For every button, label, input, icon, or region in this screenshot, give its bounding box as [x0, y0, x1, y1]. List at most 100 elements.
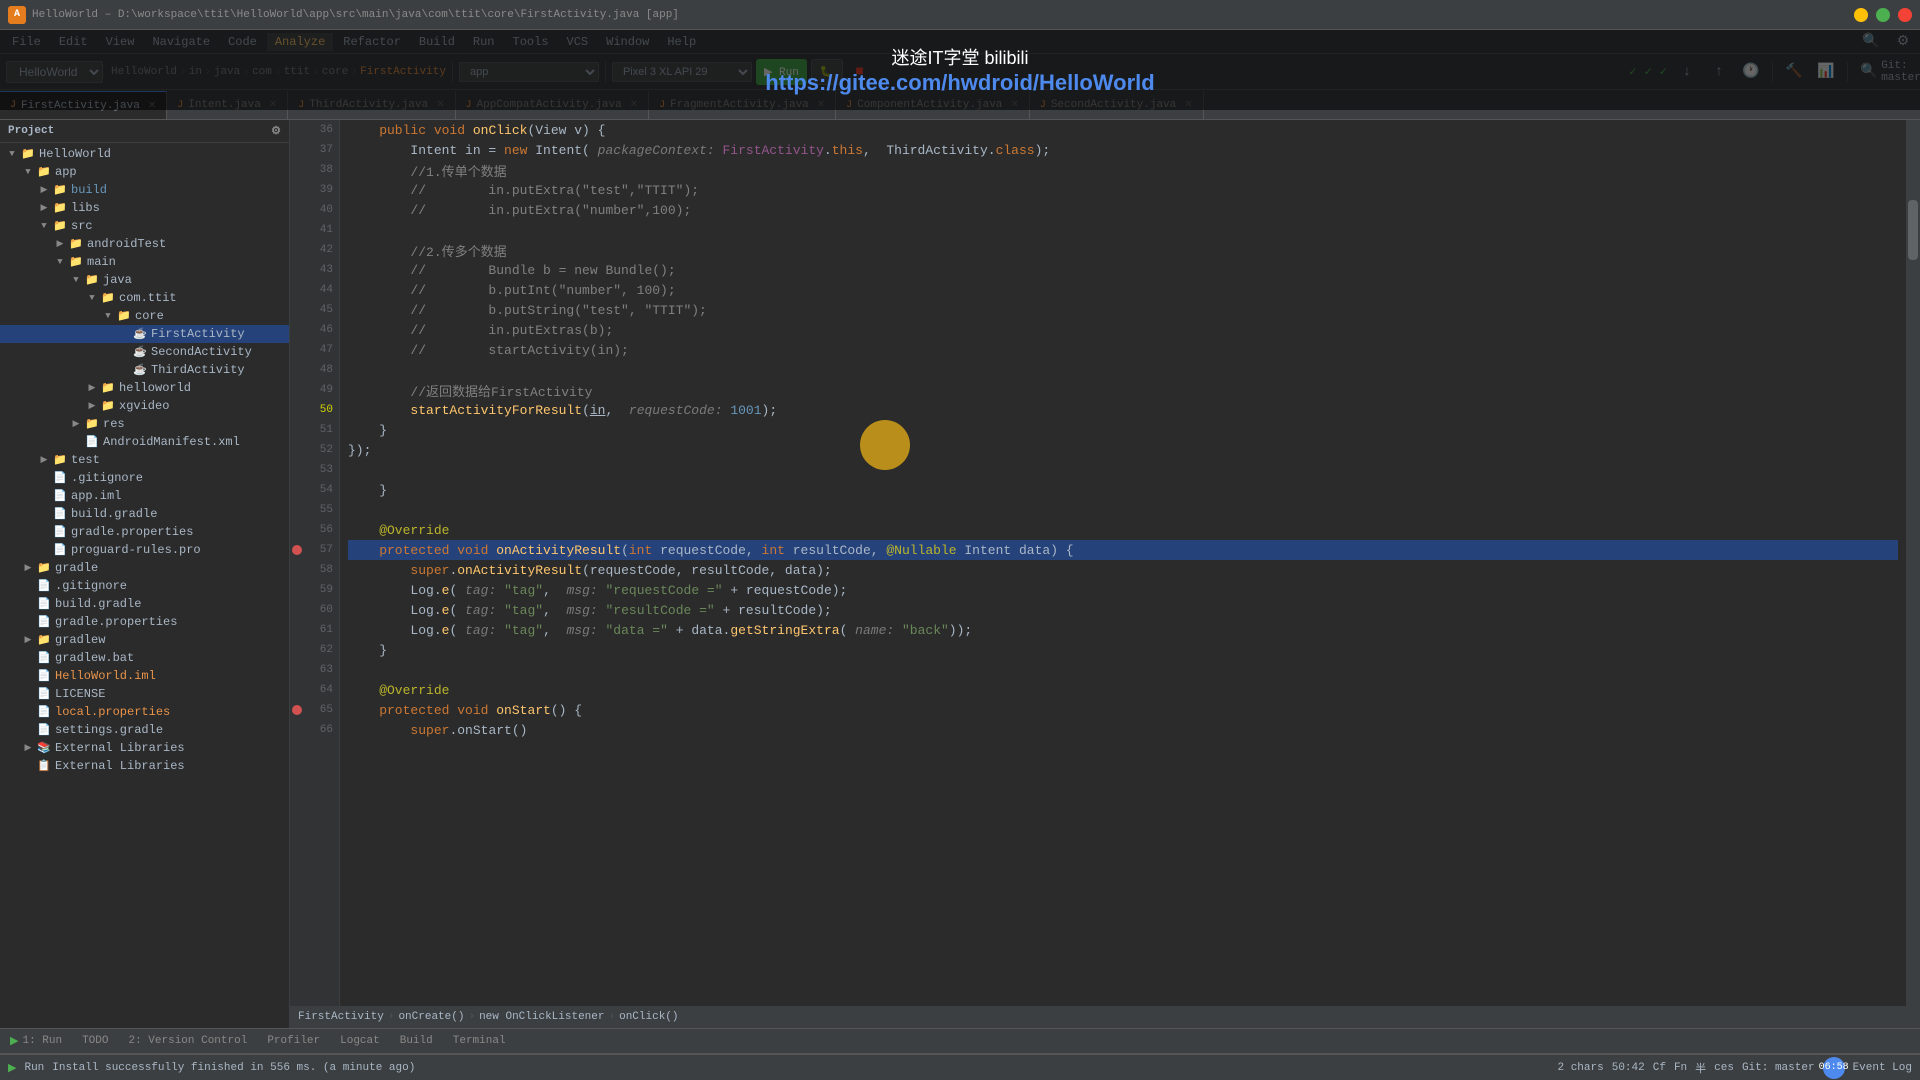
profiler-btn[interactable]: 📊 [1813, 59, 1839, 85]
vcs-push-btn[interactable]: ↑ [1706, 59, 1732, 85]
menu-window[interactable]: Window [598, 33, 657, 51]
sidebar-item-secondactivity[interactable]: ☕ SecondActivity [0, 343, 289, 361]
tab-profiler[interactable]: Profiler [257, 1029, 330, 1053]
list-item[interactable]: 📄 AndroidManifest.xml [0, 433, 289, 451]
tab-thirdactivity[interactable]: J ThirdActivity.java ✕ [288, 91, 455, 119]
list-item[interactable]: ▼ 📁 main [0, 253, 289, 271]
tab-close-icon[interactable]: ✕ [436, 99, 444, 111]
list-item[interactable]: ▶ 📚 External Libraries [0, 739, 289, 757]
device-selector[interactable]: Pixel 3 XL API 29 [612, 62, 752, 82]
tab-close-icon[interactable]: ✕ [1010, 99, 1018, 111]
sidebar-item-scratches[interactable]: 📋 External Libraries [0, 757, 289, 775]
menu-build[interactable]: Build [411, 33, 463, 51]
tab-terminal[interactable]: Terminal [443, 1029, 516, 1053]
sidebar-item-thirdactivity[interactable]: ☕ ThirdActivity [0, 361, 289, 379]
bc-firstactivity-label[interactable]: FirstActivity [298, 1011, 384, 1023]
sidebar-item-firstactivity[interactable]: ☕ FirstActivity [0, 325, 289, 343]
list-item[interactable]: 📄 gradle.properties [0, 613, 289, 631]
list-item[interactable]: ▼ 📁 java [0, 271, 289, 289]
list-item[interactable]: 📄 HelloWorld.iml [0, 667, 289, 685]
vcs-update-btn[interactable]: ↓ [1674, 59, 1700, 85]
list-item[interactable]: 📄 build.gradle [0, 505, 289, 523]
list-item[interactable]: 📄 settings.gradle [0, 721, 289, 739]
code-editor[interactable]: public void onClick (View v) { Intent in… [340, 120, 1906, 1006]
search-everywhere-btn[interactable]: 🔍 [1858, 29, 1884, 55]
search-btn[interactable]: 🔍 [1856, 59, 1882, 85]
folder-icon: 📁 [100, 398, 116, 414]
maximize-button[interactable] [1876, 8, 1890, 22]
list-item[interactable]: 📄 build.gradle [0, 595, 289, 613]
tab-version-control[interactable]: 2: Version Control [118, 1029, 257, 1053]
tab-component[interactable]: J ComponentActivity.java ✕ [836, 91, 1030, 119]
menu-view[interactable]: View [98, 33, 143, 51]
list-item[interactable]: 📄 local.properties [0, 703, 289, 721]
menu-edit[interactable]: Edit [51, 33, 96, 51]
list-item[interactable]: ▶ 📁 gradlew [0, 631, 289, 649]
list-item[interactable]: 📄 .gitignore [0, 469, 289, 487]
list-item[interactable]: ▶ 📁 build [0, 181, 289, 199]
stop-button[interactable]: ■ [847, 59, 873, 85]
tab-close-icon[interactable]: ✕ [630, 99, 638, 111]
tab-build[interactable]: Build [390, 1029, 443, 1053]
bc-onclick-label[interactable]: onClick() [619, 1011, 678, 1023]
debug-button[interactable]: 🐛 [811, 59, 843, 85]
list-item[interactable]: ▶ 📁 libs [0, 199, 289, 217]
menu-analyze[interactable]: Analyze [267, 33, 333, 51]
list-item[interactable]: ▶ 📁 androidTest [0, 235, 289, 253]
event-log-label[interactable]: Event Log [1853, 1062, 1912, 1074]
tab-close-icon[interactable]: ✕ [269, 99, 277, 111]
minimap-scrollbar[interactable] [1906, 120, 1920, 1006]
menu-refactor[interactable]: Refactor [335, 33, 409, 51]
menu-file[interactable]: File [4, 33, 49, 51]
history-btn[interactable]: 🕐 [1738, 59, 1764, 85]
tab-close-icon[interactable]: ✕ [148, 100, 156, 112]
tab-firstactivity[interactable]: J FirstActivity.java ✕ [0, 91, 167, 119]
menu-vcs[interactable]: VCS [559, 33, 597, 51]
scrollbar-thumb[interactable] [1908, 200, 1918, 260]
list-item[interactable]: ▼ 📁 HelloWorld [0, 145, 289, 163]
tab-close-icon[interactable]: ✕ [1184, 99, 1192, 111]
close-button[interactable] [1898, 8, 1912, 22]
list-item[interactable]: ▶ 📁 test [0, 451, 289, 469]
list-item[interactable]: ▼ 📁 com.ttit [0, 289, 289, 307]
list-item[interactable]: ▼ 📁 app [0, 163, 289, 181]
sidebar-settings-icon[interactable]: ⚙ [271, 124, 281, 138]
app-selector[interactable]: app [459, 62, 599, 82]
minimize-button[interactable] [1854, 8, 1868, 22]
run-button[interactable]: ▶ Run [756, 59, 807, 85]
tab-logcat[interactable]: Logcat [330, 1029, 390, 1053]
list-item[interactable]: ▶ 📁 res [0, 415, 289, 433]
menu-navigate[interactable]: Navigate [144, 33, 218, 51]
gradle-file-icon: 📄 [36, 596, 52, 612]
list-item[interactable]: 📄 gradlew.bat [0, 649, 289, 667]
bc-oncreate-label[interactable]: onCreate() [398, 1011, 464, 1023]
list-item[interactable]: 📄 gradle.properties [0, 523, 289, 541]
list-item[interactable]: ▼ 📁 core [0, 307, 289, 325]
list-item[interactable]: 📄 .gitignore [0, 577, 289, 595]
tab-fragment[interactable]: J FragmentActivity.java ✕ [649, 91, 836, 119]
list-item[interactable]: ▶ 📁 gradle [0, 559, 289, 577]
list-item[interactable]: ▶ 📁 xgvideo [0, 397, 289, 415]
menu-code[interactable]: Code [220, 33, 265, 51]
menu-help[interactable]: Help [659, 33, 704, 51]
menu-run[interactable]: Run [465, 33, 503, 51]
list-item[interactable]: 📄 proguard-rules.pro [0, 541, 289, 559]
tab-appcompat[interactable]: J AppCompatActivity.java ✕ [456, 91, 650, 119]
tab-close-icon[interactable]: ✕ [817, 99, 825, 111]
settings-btn[interactable]: ⚙ [1890, 29, 1916, 55]
git-area: ✓ ✓ ✓ ↓ ↑ 🕐 🔨 📊 🔍 Git: master [1628, 59, 1914, 85]
list-item[interactable]: ▼ 📁 src [0, 217, 289, 235]
tab-run[interactable]: ▶ 1: Run [0, 1029, 72, 1053]
list-item[interactable]: ▶ 📁 helloworld [0, 379, 289, 397]
tab-secondactivity[interactable]: J SecondActivity.java ✕ [1030, 91, 1204, 119]
tab-todo[interactable]: TODO [72, 1029, 118, 1053]
build-btn[interactable]: 🔨 [1781, 59, 1807, 85]
project-selector[interactable]: HelloWorld [6, 61, 103, 83]
menu-tools[interactable]: Tools [505, 33, 557, 51]
window-controls[interactable] [1854, 8, 1912, 22]
bc-onclicklistener-label[interactable]: new OnClickListener [479, 1011, 604, 1023]
code-container[interactable]: 36 37 38 39 40 41 42 43 44 45 46 47 48 4… [290, 120, 1920, 1006]
list-item[interactable]: 📄 app.iml [0, 487, 289, 505]
tab-intent[interactable]: J Intent.java ✕ [167, 91, 288, 119]
list-item[interactable]: 📄 LICENSE [0, 685, 289, 703]
